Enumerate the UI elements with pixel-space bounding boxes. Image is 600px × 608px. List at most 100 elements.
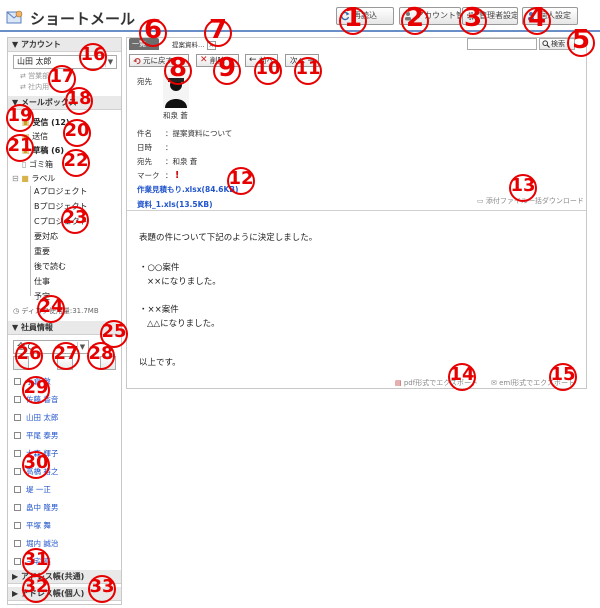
annotation-marker: 31 [21, 547, 51, 577]
folder-icon: ■ [21, 174, 29, 183]
employee-item[interactable]: 平尾 泰男 [14, 430, 58, 441]
annotation-marker: 32 [21, 574, 51, 604]
body-line: ××になりました。 [147, 277, 221, 287]
label-item[interactable]: 後で読む [34, 261, 66, 272]
body-line: 表題の件について下記のように決定しました。 [139, 233, 318, 243]
employee-item[interactable]: 山田 太郎 [14, 412, 58, 423]
recipient-label: 宛先 [137, 77, 152, 86]
employee-name: 平尾 泰男 [26, 431, 59, 440]
employee-item[interactable]: 畠中 隆男 [14, 502, 58, 513]
marker-number: 29 [23, 377, 49, 398]
search-input[interactable] [467, 38, 537, 50]
marker-number: 10 [255, 58, 281, 79]
meta-date-label: 日時 [137, 143, 152, 152]
employee-item[interactable]: 平塚 舞 [14, 520, 51, 531]
label-item[interactable]: Aプロジェクト [34, 186, 87, 197]
marker-number: 8 [168, 53, 188, 83]
employee-item[interactable]: 堤 一正 [14, 484, 51, 495]
annotation-marker: 13 [508, 173, 538, 203]
annotation-marker: 10 [253, 56, 283, 86]
checkbox[interactable] [14, 450, 21, 457]
marker-number: 5 [571, 25, 591, 55]
expand-icon: ⊟ [12, 174, 19, 183]
marker-number: 20 [64, 120, 90, 141]
label-item[interactable]: 重要 [34, 246, 50, 257]
annotation-marker: 28 [86, 341, 116, 371]
checkbox[interactable] [14, 540, 21, 547]
download-icon: ▭ [477, 197, 484, 205]
meta-date-value: ： [165, 143, 173, 152]
meta-subject-value: ：提案資料について [165, 129, 233, 138]
marker-number: 14 [449, 364, 475, 385]
marker-number: 6 [143, 15, 163, 45]
marker-number: 33 [89, 576, 115, 597]
body-line: ・××案件 [139, 305, 179, 315]
attachment-link[interactable]: 作業見積もり.xlsx(84.6KB) [137, 184, 238, 195]
checkbox[interactable] [14, 504, 21, 511]
checkbox[interactable] [14, 468, 21, 475]
folder-labels-label: ラベル [31, 174, 56, 183]
tab-message-label: 提案資料… [172, 41, 205, 49]
avatar-name: 和泉 蒼 [163, 111, 188, 120]
annotation-marker: 27 [51, 341, 81, 371]
annotation-marker: 15 [548, 362, 578, 392]
annotation-marker: 29 [21, 375, 51, 405]
body-line: 以上です。 [139, 358, 181, 368]
account-link-sales[interactable]: ⇄ 営業部 [20, 71, 49, 81]
checkbox[interactable] [14, 558, 21, 565]
annotation-marker: 4 [522, 3, 552, 36]
important-mark-icon[interactable]: ! [175, 170, 180, 181]
marker-number: 2 [405, 3, 425, 33]
marker-number: 13 [510, 175, 536, 196]
marker-number: 22 [63, 150, 89, 171]
annotation-marker: 6 [138, 15, 168, 48]
label-item[interactable]: 仕事 [34, 276, 50, 287]
folder-labels[interactable]: ⊟ ■ ラベル [12, 173, 55, 184]
marker-number: 17 [49, 66, 75, 87]
annotation-marker: 5 [566, 25, 596, 58]
annotation-marker: 9 [212, 53, 242, 86]
checkbox[interactable] [14, 432, 21, 439]
delete-icon: ✕ [200, 55, 208, 65]
marker-number: 1 [343, 3, 363, 33]
search-button-label: 検索 [551, 40, 565, 48]
checkbox[interactable] [14, 414, 21, 421]
annotation-marker: 11 [293, 56, 323, 86]
checkbox[interactable] [14, 396, 21, 403]
checkbox[interactable] [14, 378, 21, 385]
annotation-marker: 18 [64, 86, 94, 116]
employee-name: 平塚 舞 [26, 521, 51, 530]
message-body: 表題の件について下記のように決定しました。 ・○○案件 ××になりました。 ・×… [127, 210, 586, 388]
marker-number: 9 [217, 53, 237, 83]
tree-connector [30, 186, 31, 296]
annotation-marker: 24 [36, 294, 66, 324]
marker-number: 27 [53, 343, 79, 364]
marker-number: 23 [62, 207, 88, 228]
annotation-marker: 21 [5, 133, 35, 163]
header-divider [0, 30, 600, 32]
tab-bar: 一覧 提案資料… × 検索 [127, 38, 586, 51]
employee-name: 堤 一正 [26, 485, 51, 494]
marker-number: 4 [527, 3, 547, 33]
annotation-marker: 12 [226, 166, 256, 196]
app-header: ショートメール 再読込 アカウント管理 管理者設定 個人設定 [0, 0, 600, 34]
clock-icon: ◷ [13, 307, 20, 315]
account-link-internal[interactable]: ⇄ 社内用 [20, 82, 49, 92]
annotation-marker: 23 [60, 205, 90, 235]
marker-number: 7 [208, 15, 228, 45]
checkbox[interactable] [14, 486, 21, 493]
mail-icon: ✉ [491, 379, 497, 387]
employee-name: 畠中 隆男 [26, 503, 59, 512]
marker-number: 16 [80, 44, 106, 65]
label-item[interactable]: 要対応 [34, 231, 58, 242]
annotation-marker: 8 [163, 53, 193, 86]
marker-number: 28 [88, 343, 114, 364]
checkbox[interactable] [14, 522, 21, 529]
annotation-marker: 30 [21, 450, 51, 480]
attachment-link[interactable]: 資料_1.xls(13.5KB) [137, 199, 213, 210]
annotation-marker: 33 [87, 574, 117, 604]
body-line: ・○○案件 [139, 263, 180, 273]
marker-number: 15 [550, 364, 576, 385]
annotation-marker: 19 [5, 103, 35, 133]
annotation-marker: 2 [400, 3, 430, 36]
